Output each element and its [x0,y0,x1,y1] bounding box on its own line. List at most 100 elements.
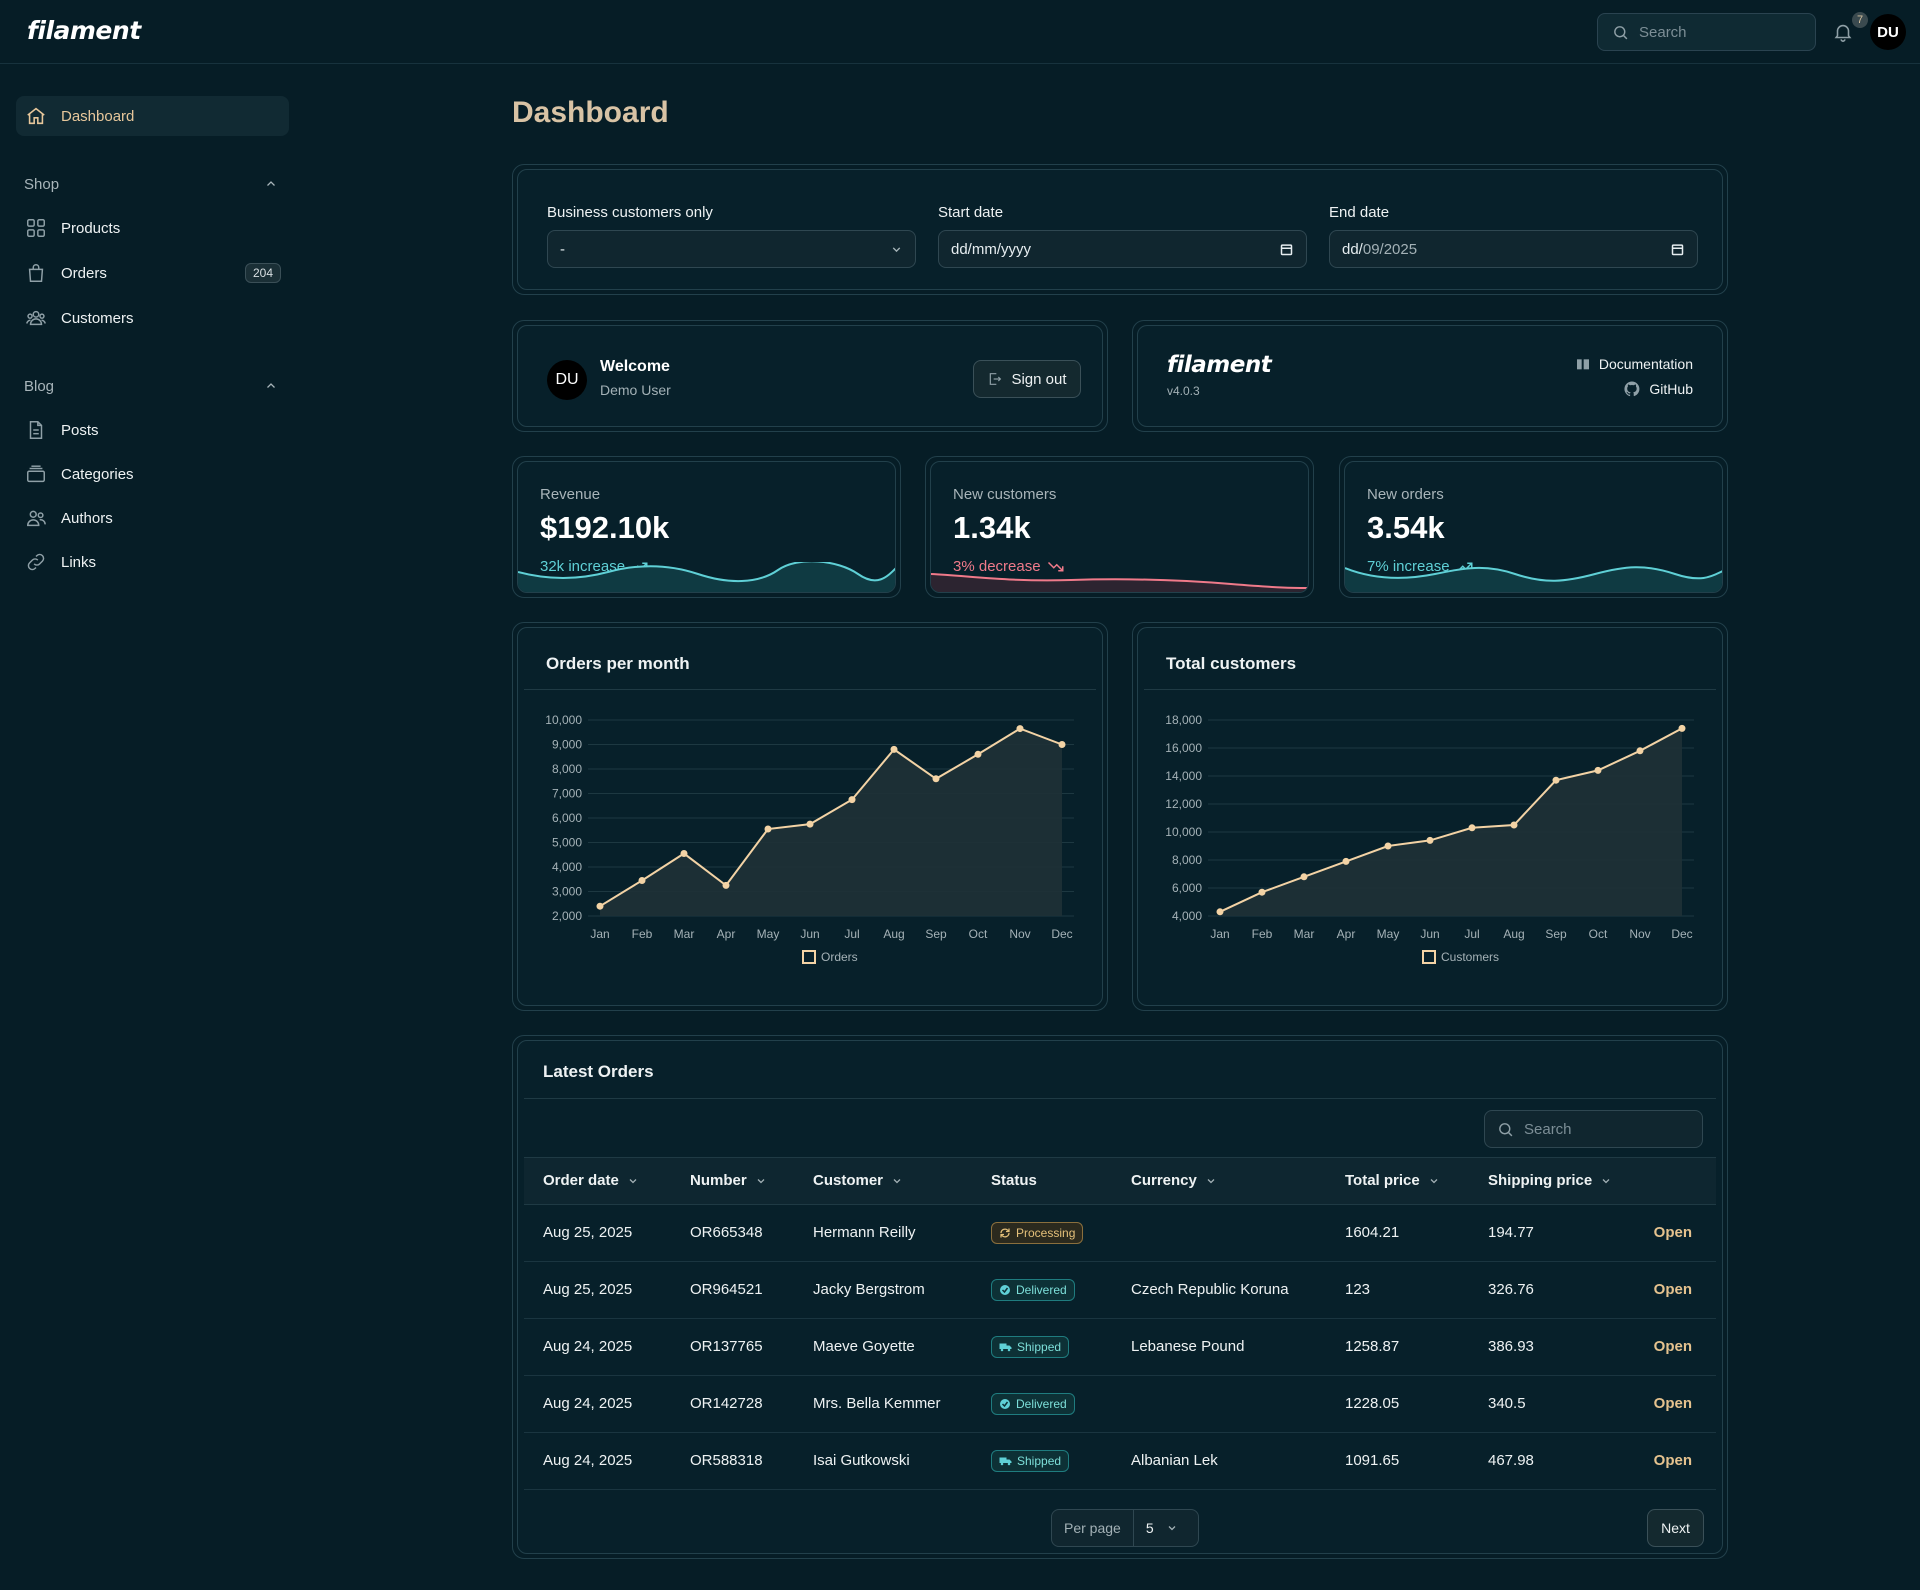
sidebar-item-orders[interactable]: Orders 204 [16,253,289,293]
column-header-order-date[interactable]: Order date [543,1172,639,1189]
search-placeholder: Search [1639,23,1687,41]
sidebar-item-posts[interactable]: Posts [16,410,289,450]
x-tick-label: Aug [883,927,904,941]
column-header-status: Status [991,1172,1037,1189]
data-point [932,775,940,783]
search-icon [1497,1121,1514,1138]
open-order-link[interactable]: Open [1654,1281,1692,1298]
x-tick-label: May [1377,927,1400,941]
table-row[interactable]: Aug 24, 2025 OR588318 Isai Gutkowski Shi… [524,1433,1716,1490]
calendar-icon[interactable] [1279,242,1294,257]
cell-number: OR142728 [690,1395,763,1412]
filters-card: Business customers only - Start date dd/… [512,164,1728,295]
x-tick-label: Oct [969,927,988,941]
y-tick-label: 12,000 [1165,797,1202,811]
sidebar-item-categories[interactable]: Categories [16,454,289,494]
data-point [848,796,856,804]
sidebar-item-authors[interactable]: Authors [16,498,289,538]
legend-label: Customers [1441,950,1499,964]
app-logo[interactable]: filament [27,16,141,45]
open-order-link[interactable]: Open [1654,1224,1692,1241]
column-header-number[interactable]: Number [690,1172,767,1189]
y-tick-label: 4,000 [1172,909,1202,923]
x-tick-label: Jul [1464,927,1479,941]
sidebar-group-shop[interactable]: Shop [24,172,289,196]
data-point [1058,741,1066,748]
cell-total-price: 1258.87 [1345,1338,1400,1355]
data-point [722,881,730,889]
sidebar-group-blog[interactable]: Blog [24,374,289,398]
y-tick-label: 10,000 [545,713,582,727]
filament-logo: filament [1167,352,1272,378]
welcome-title: Welcome [600,358,670,375]
stat-sparkline [1345,566,1722,592]
cell-shipping-price: 386.93 [1488,1338,1534,1355]
x-tick-label: Jan [1210,927,1229,941]
start-date-input[interactable]: dd/mm/yyyy [938,230,1307,268]
y-tick-label: 2,000 [552,909,582,923]
table-row[interactable]: Aug 25, 2025 OR665348 Hermann Reilly Pro… [524,1205,1716,1262]
stat-value: 1.34k [953,510,1031,545]
products-icon [25,217,47,239]
open-order-link[interactable]: Open [1654,1338,1692,1355]
next-page-button[interactable]: Next [1647,1509,1704,1547]
y-tick-label: 6,000 [1172,881,1202,895]
x-tick-label: Apr [717,927,736,941]
select-value: - [560,240,565,258]
github-link[interactable]: GitHub [1623,380,1693,398]
x-tick-label: Feb [1252,927,1273,941]
sidebar-item-customers[interactable]: Customers [16,298,289,338]
sidebar-item-label: Customers [61,309,134,327]
data-point [596,902,604,910]
column-header-shipping-price[interactable]: Shipping price [1488,1172,1612,1189]
stat-label: New orders [1367,486,1444,503]
y-tick-label: 6,000 [552,811,582,825]
data-point [1342,857,1350,865]
bell-icon[interactable] [1832,21,1854,43]
sidebar-item-products[interactable]: Products [16,208,289,248]
end-date-input[interactable]: dd/09/2025 [1329,230,1698,268]
per-page-select[interactable]: Per page 5 [1051,1509,1199,1547]
column-header-currency[interactable]: Currency [1131,1172,1217,1189]
start-date-label: Start date [938,204,1004,221]
table-row[interactable]: Aug 24, 2025 OR137765 Maeve Goyette Ship… [524,1319,1716,1376]
sidebar-item-dashboard[interactable]: Dashboard [16,96,289,136]
filament-version: v4.0.3 [1167,384,1200,398]
data-point [1678,724,1686,732]
series-area [1220,728,1682,916]
sidebar-group-label: Blog [24,377,55,395]
data-point [1300,873,1308,881]
search-placeholder: Search [1524,1120,1572,1138]
data-point [1426,836,1434,844]
data-point [1384,842,1392,850]
welcome-card: DU Welcome Demo User Sign out [512,320,1108,432]
status-badge: Shipped [991,1450,1070,1472]
orders-line-chart: 2,000 3,000 4,000 5,000 6,000 7,000 8,000 9,000… [545,713,1074,964]
date-value: dd/mm/yyyy [951,240,1032,258]
business-customers-select[interactable]: - [547,230,916,268]
global-search-input[interactable]: Search [1597,13,1816,51]
table-search-input[interactable]: Search [1484,1110,1703,1148]
welcome-avatar: DU [547,360,587,400]
chevron-down-icon [1166,1522,1178,1534]
stat-card-new-orders: New orders 3.54k 7% increase [1339,456,1728,598]
notifications-badge: 7 [1852,12,1868,28]
user-avatar[interactable]: DU [1870,14,1906,50]
sidebar-item-links[interactable]: Links [16,542,289,582]
column-header-customer[interactable]: Customer [813,1172,903,1189]
sign-out-button[interactable]: Sign out [973,360,1081,398]
column-header-total-price[interactable]: Total price [1345,1172,1440,1189]
table-row[interactable]: Aug 25, 2025 OR964521 Jacky Bergstrom De… [524,1262,1716,1319]
documentation-link[interactable]: Documentation [1575,356,1693,372]
open-order-link[interactable]: Open [1654,1452,1692,1469]
sidebar-group-label: Shop [24,175,60,193]
x-tick-label: Sep [1545,927,1567,941]
sidebar-item-label: Categories [61,465,134,483]
github-icon [1623,380,1641,398]
x-tick-label: Oct [1589,927,1608,941]
x-tick-label: Jan [590,927,609,941]
open-order-link[interactable]: Open [1654,1395,1692,1412]
calendar-icon[interactable] [1670,242,1685,257]
x-tick-label: Nov [1629,927,1650,941]
table-row[interactable]: Aug 24, 2025 OR142728 Mrs. Bella Kemmer … [524,1376,1716,1433]
